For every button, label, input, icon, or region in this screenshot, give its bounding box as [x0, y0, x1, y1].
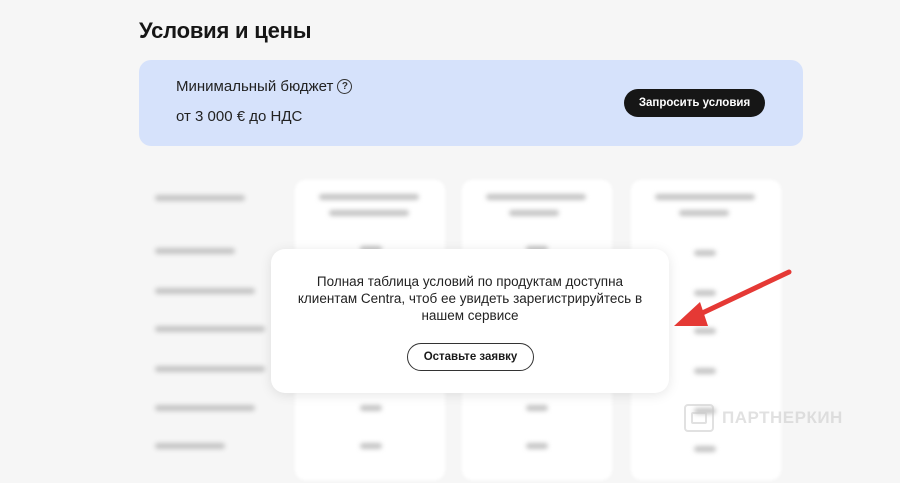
watermark-logo-icon [684, 404, 714, 432]
arrow-shaft [693, 269, 792, 319]
watermark: ПАРТНЕРКИН [684, 404, 843, 432]
watermark-text: ПАРТНЕРКИН [722, 408, 843, 427]
arrowhead [674, 302, 708, 326]
